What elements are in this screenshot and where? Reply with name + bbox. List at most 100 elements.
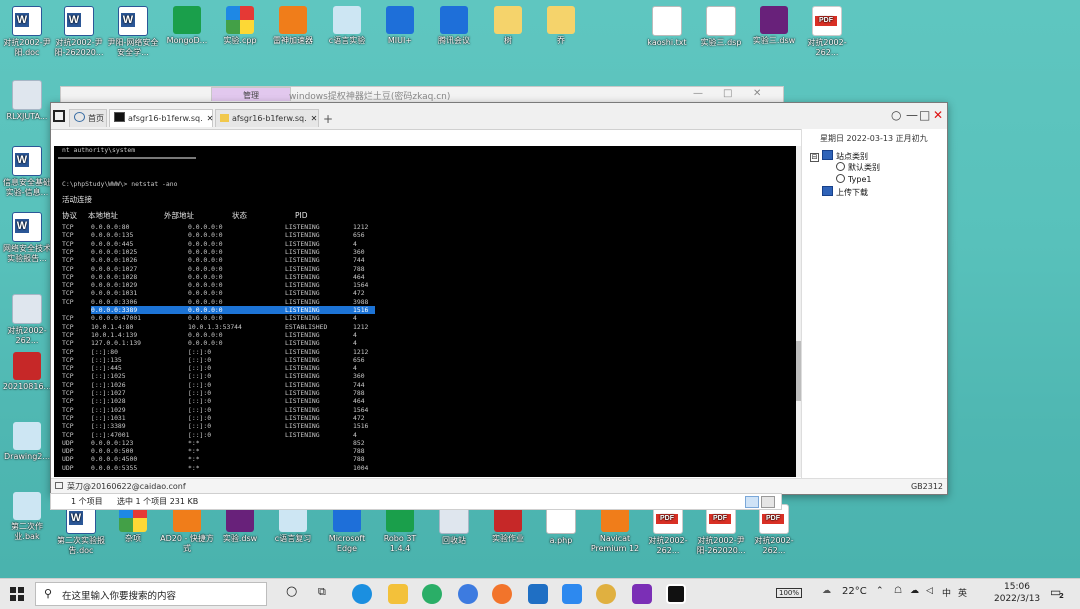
table-row[interactable]: TCP 0.0.0.0:445 0.0.0.0:0 LISTENING 4 — [62, 240, 382, 248]
close-icon[interactable]: ✕ — [753, 88, 761, 99]
table-row[interactable]: TCP [::]:1029 [::]:0 LISTENING 1564 — [62, 406, 382, 414]
desktop-icon-top-3[interactable]: MongoD... — [160, 6, 214, 46]
table-row[interactable]: TCP 0.0.0.0:3306 0.0.0.0:0 LISTENING 3988 — [62, 298, 382, 306]
tree-item-default[interactable]: 默认类别 — [836, 162, 880, 173]
ime-language[interactable]: 英 — [958, 586, 967, 599]
desktop-icon-left-3[interactable]: 对抗2002-262... — [0, 294, 54, 346]
maximize-icon[interactable]: □ — [723, 88, 732, 99]
minimize-icon[interactable]: — — [906, 108, 918, 122]
weather-icon[interactable]: ☁ — [822, 586, 831, 596]
table-row[interactable]: TCP 0.0.0.0:1031 0.0.0.0:0 LISTENING 472 — [62, 289, 382, 297]
desktop-icon-bottom-8[interactable]: 实验作业 — [481, 504, 535, 544]
close-tab-icon[interactable]: ✕ — [311, 114, 318, 123]
table-row[interactable]: TCP [::]:1026 [::]:0 LISTENING 744 — [62, 381, 382, 389]
caidao-taskbar-icon[interactable] — [666, 584, 686, 604]
table-row[interactable]: UDP 0.0.0.0:500 *:* 788 — [62, 447, 382, 455]
lark-icon[interactable] — [458, 584, 478, 604]
desktop-icon-bottom-4[interactable]: c语言复习 — [266, 504, 320, 544]
clock-time[interactable]: 15:06 — [1004, 582, 1030, 592]
task-view-icon[interactable]: ⧉ — [318, 585, 326, 599]
desktop-icon-top-13[interactable]: 实验三.dsw — [747, 6, 801, 46]
desktop-icon-left-4[interactable]: 20210816... — [0, 352, 54, 392]
desktop-icon-bottom-10[interactable]: Navicat Premium 12 — [588, 504, 642, 554]
table-row[interactable]: TCP0.0.0.0:33890.0.0.0:0LISTENING1516 — [91, 306, 375, 315]
table-row[interactable]: TCP 0.0.0.0:1025 0.0.0.0:0 LISTENING 360 — [62, 248, 382, 256]
desktop-icon-top-9[interactable]: 树 — [481, 6, 535, 46]
ime-mode-icon[interactable]: 中 — [942, 586, 951, 599]
desktop-icon-bottom-9[interactable]: a.php — [534, 504, 588, 546]
table-row[interactable]: TCP 0.0.0.0:1027 0.0.0.0:0 LISTENING 788 — [62, 265, 382, 273]
chevron-up-icon[interactable]: ⌃ — [876, 586, 884, 596]
tree-item-upload-download[interactable]: 上传下载 — [822, 186, 868, 198]
close-tab-icon[interactable]: ✕ — [207, 114, 214, 123]
clock-date[interactable]: 2022/3/13 — [994, 594, 1040, 604]
minimize-icon[interactable]: — — [693, 88, 703, 99]
desktop-icon-top-4[interactable]: 实验.cpp — [213, 6, 267, 46]
tree-item-site-category[interactable]: ⊟ 站点类别 — [810, 150, 868, 162]
add-tab-button[interactable]: + — [323, 112, 333, 126]
desktop-icon-bottom-12[interactable]: 对抗2002-尹阳-262020... — [694, 504, 748, 556]
table-row[interactable]: TCP [::]:47001 [::]:0 LISTENING 4 — [62, 431, 382, 439]
desktop-icon-bottom-0[interactable]: 第二次实验报告.doc — [54, 504, 108, 556]
collapse-icon[interactable]: ⊟ — [810, 153, 819, 162]
desktop-icon-top-2[interactable]: 尹阳-网络安全安全学... — [106, 6, 160, 58]
desktop-icon-bottom-7[interactable]: 回收站 — [427, 504, 481, 546]
desktop-icon-top-5[interactable]: 雷神加速器 — [266, 6, 320, 46]
desktop-icon-bottom-6[interactable]: Robo 3T 1.4.4 — [373, 504, 427, 554]
onenote-icon[interactable] — [632, 584, 652, 604]
mail-icon[interactable] — [528, 584, 548, 604]
table-row[interactable]: TCP [::]:1031 [::]:0 LISTENING 472 — [62, 414, 382, 422]
large-icons-view-icon[interactable] — [761, 496, 775, 508]
details-view-icon[interactable] — [745, 496, 759, 508]
tab-home[interactable]: 首页 — [69, 109, 107, 127]
desktop-icon-left-6[interactable]: 第二次作业.bak — [0, 492, 54, 542]
restore-icon[interactable]: ○ — [891, 108, 901, 122]
desktop-icon-top-10[interactable]: 乔 — [534, 6, 588, 46]
edge-icon[interactable] — [352, 584, 372, 604]
speaker-icon[interactable]: ◁ — [926, 586, 933, 596]
file-explorer-icon[interactable] — [388, 584, 408, 604]
table-row[interactable]: TCP 10.0.1.4:80 10.0.1.3:53744 ESTABLISHED 1… — [62, 323, 382, 331]
app-icon[interactable] — [562, 584, 582, 604]
network-icon[interactable]: ☖ — [894, 586, 902, 596]
cloud-icon[interactable]: ☁ — [910, 586, 919, 596]
desktop-icon-left-5[interactable]: Drawing2... — [0, 422, 54, 462]
firefox-icon[interactable] — [492, 584, 512, 604]
table-row[interactable]: TCP 0.0.0.0:47001 0.0.0.0:0 LISTENING 4 — [62, 314, 382, 322]
table-row[interactable]: TCP [::]:1025 [::]:0 LISTENING 360 — [62, 372, 382, 380]
tree-item-type1[interactable]: Type1 — [836, 174, 871, 184]
tab-terminal[interactable]: afsgr16-b1ferw.sq. ✕ — [109, 109, 213, 127]
cortana-icon[interactable]: ○ — [286, 584, 297, 599]
table-row[interactable]: TCP [::]:445 [::]:0 LISTENING 4 — [62, 364, 382, 372]
wechat-icon[interactable] — [422, 584, 442, 604]
desktop-icon-top-0[interactable]: 对抗2002-尹阳.doc — [0, 6, 54, 58]
desktop-icon-left-2[interactable]: 网络安全技术实验报告... — [0, 212, 54, 264]
tab-files[interactable]: afsgr16-b1ferw.sq. ✕ — [215, 109, 319, 127]
table-row[interactable]: TCP 0.0.0.0:1026 0.0.0.0:0 LISTENING 744 — [62, 256, 382, 264]
table-row[interactable]: TCP 0.0.0.0:80 0.0.0.0:0 LISTENING 1212 — [62, 223, 382, 231]
table-row[interactable]: TCP [::]:1028 [::]:0 LISTENING 464 — [62, 397, 382, 405]
desktop-icon-top-6[interactable]: c语言实验 — [320, 6, 374, 46]
table-row[interactable]: TCP 0.0.0.0:135 0.0.0.0:0 LISTENING 656 — [62, 231, 382, 239]
maximize-icon[interactable]: □ — [919, 108, 930, 122]
table-row[interactable]: TCP 0.0.0.0:1029 0.0.0.0:0 LISTENING 1564 — [62, 281, 382, 289]
terminal-output[interactable]: nt authority\system C:\phpStudy\WWW\> ne… — [54, 146, 796, 477]
close-icon[interactable]: ✕ — [933, 108, 943, 122]
taskbar-search-input[interactable]: ⚲ 在这里输入你要搜索的内容 — [35, 582, 267, 606]
desktop-icon-left-0[interactable]: RLXJUTA... — [0, 80, 54, 122]
desktop-icon-top-11[interactable]: kaoshi.txt — [640, 6, 694, 48]
windows-start-icon[interactable] — [10, 587, 24, 601]
table-row[interactable]: TCP [::]:80 [::]:0 LISTENING 1212 — [62, 348, 382, 356]
desktop-icon-top-1[interactable]: 对抗2002-尹阳-262020... — [52, 6, 106, 58]
table-row[interactable]: TCP 10.0.1.4:139 0.0.0.0:0 LISTENING 4 — [62, 331, 382, 339]
desktop-icon-bottom-13[interactable]: 对抗2002-262... — [747, 504, 801, 556]
game-icon[interactable] — [596, 584, 616, 604]
desktop-icon-top-7[interactable]: MIUI+ — [373, 6, 427, 46]
desktop-icon-bottom-11[interactable]: 对抗2002-262... — [641, 504, 695, 556]
table-row[interactable]: TCP 0.0.0.0:1028 0.0.0.0:0 LISTENING 464 — [62, 273, 382, 281]
desktop-icon-top-12[interactable]: 实验三.dsp — [694, 6, 748, 48]
app-icon[interactable] — [53, 110, 65, 122]
desktop-icon-bottom-1[interactable]: 杂项 — [106, 504, 160, 544]
desktop-icon-left-1[interactable]: 信息安全基础实验-信息... — [0, 146, 54, 198]
background-window-tab[interactable]: 管理 — [211, 87, 291, 101]
